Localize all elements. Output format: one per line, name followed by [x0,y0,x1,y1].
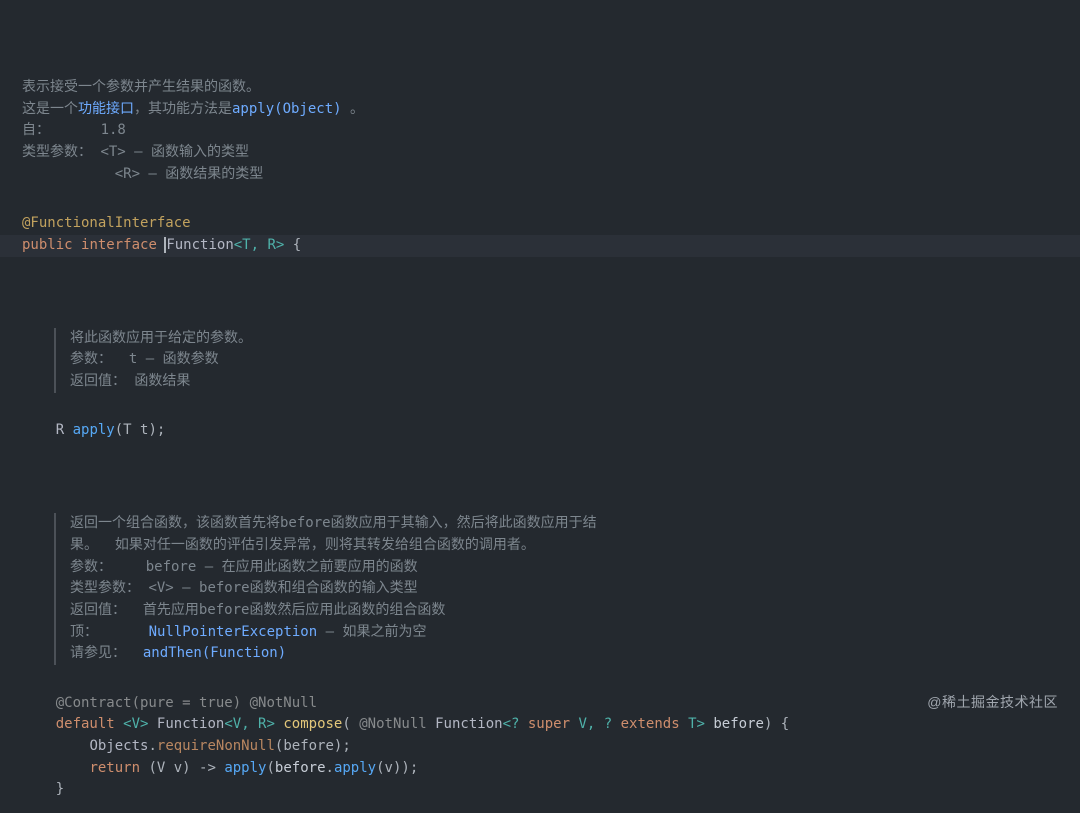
method-requirenonnull: requireNonNull [157,738,275,754]
link-andthen[interactable]: andThen(Function) [143,645,286,661]
method-javadoc-apply: 将此函数应用于给定的参数。 参数： t – 函数参数 返回值： 函数结果 [54,328,1072,393]
annotation-functional-interface: @FunctionalInterface [22,215,191,231]
method-name-compose: compose [283,716,342,732]
doc-line: 表示接受一个参数并产生结果的函数。 [22,79,260,95]
keyword-public: public [22,237,73,253]
doc-line: 类型参数： <V> – before函数和组合函数的输入类型 [70,580,418,596]
params: (T t); [115,422,166,438]
doc-line: 返回值： 首先应用before函数然后应用此函数的组合函数 [70,602,445,618]
annotation-notnull-param: @NotNull [359,716,426,732]
doc-line: <R> – 函数结果的类型 [22,166,263,182]
call-apply-outer: apply [224,760,266,776]
annotation-notnull: @NotNull [250,695,317,711]
param-type-function: Function [435,716,502,732]
call-apply-inner: apply [334,760,376,776]
link-npe[interactable]: NullPointerException [149,624,318,640]
doc-line: 返回值： 函数结果 [70,373,190,389]
return-type: R [56,422,64,438]
doc-line: 自： 1.8 [22,122,126,138]
close-brace: } [56,781,64,797]
class-objects: Objects [89,738,148,754]
class-javadoc: 表示接受一个参数并产生结果的函数。 这是一个功能接口，其功能方法是apply(O… [22,55,1072,185]
active-line: public interface Function<T, R> { [0,235,1080,257]
doc-line: 参数： before – 在应用此函数之前要应用的函数 [70,559,418,575]
doc-line: 参数： t – 函数参数 [70,351,219,367]
watermark: @稀土掘金技术社区 [927,692,1058,714]
keyword-interface: interface [81,237,157,253]
doc-line: 返回一个组合函数，该函数首先将before函数应用于其输入，然后将此函数应用于结 [70,515,597,531]
doc-line: 请参见： andThen(Function) [70,645,286,661]
link-functional-interface[interactable]: 功能接口 [78,101,134,117]
method-name-apply: apply [73,422,115,438]
doc-line: 这是一个功能接口，其功能方法是apply(Object) 。 [22,101,364,117]
keyword-return: return [89,760,140,776]
param-before: before [713,716,764,732]
type-param-v: <V> [123,716,148,732]
code-editor[interactable]: 表示接受一个参数并产生结果的函数。 这是一个功能接口，其功能方法是apply(O… [0,0,1080,813]
doc-line: 果。 如果对任一函数的评估引发异常，则将其转发给组合函数的调用者。 [70,537,535,553]
link-apply-object[interactable]: apply(Object) [232,101,342,117]
doc-line: 类型参数： <T> – 函数输入的类型 [22,144,249,160]
annotation-contract: @Contract(pure = true) [56,695,241,711]
doc-line: 顶： NullPointerException – 如果之前为空 [70,624,426,640]
generics: <T, R> [234,237,285,253]
keyword-extends: extends [621,716,680,732]
return-type-function: Function [157,716,224,732]
keyword-default: default [56,716,115,732]
method-javadoc-compose: 返回一个组合函数，该函数首先将before函数应用于其输入，然后将此函数应用于结… [54,513,1072,665]
generics-vr: <V, R> [224,716,275,732]
doc-line: 将此函数应用于给定的参数。 [70,330,252,346]
type-function: Function [166,237,233,253]
keyword-super: super [528,716,570,732]
